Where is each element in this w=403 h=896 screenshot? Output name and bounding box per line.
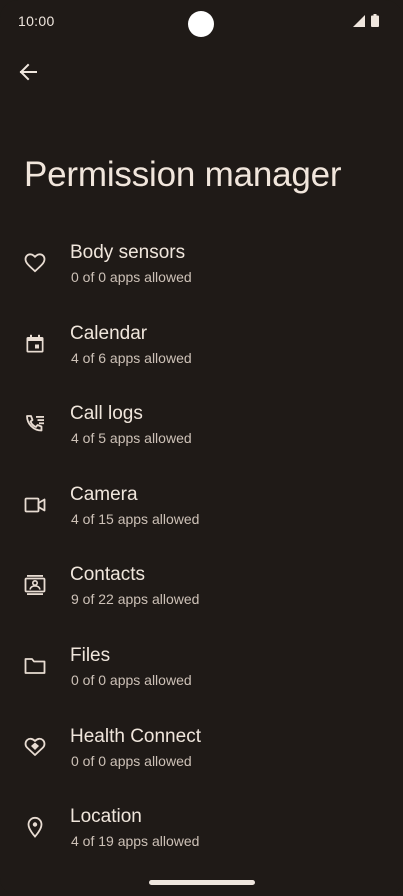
location-pin-icon <box>23 815 47 839</box>
battery-icon <box>371 14 379 27</box>
permission-manager-screen: 10:00 Permission manager Body sensors 0 … <box>0 0 403 896</box>
status-time: 10:00 <box>18 13 55 29</box>
permission-item-location[interactable]: Location 4 of 19 apps allowed <box>0 796 403 877</box>
permission-label: Camera <box>70 483 138 505</box>
permission-item-health-connect[interactable]: Health Connect 0 of 0 apps allowed <box>0 716 403 797</box>
permission-item-files[interactable]: Files 0 of 0 apps allowed <box>0 635 403 716</box>
permission-label: Files <box>70 644 111 666</box>
permission-summary: 0 of 0 apps allowed <box>71 752 192 769</box>
permission-label: Call logs <box>70 403 143 425</box>
permission-summary: 9 of 22 apps allowed <box>71 591 200 608</box>
back-button[interactable] <box>12 56 44 88</box>
camera-cutout <box>188 11 214 37</box>
permission-list: Body sensors 0 of 0 apps allowed Calenda… <box>0 232 403 877</box>
permission-item-contacts[interactable]: Contacts 9 of 22 apps allowed <box>0 554 403 635</box>
calendar-icon <box>23 332 47 356</box>
permission-summary: 0 of 0 apps allowed <box>71 671 192 688</box>
status-bar: 10:00 <box>0 0 403 44</box>
permission-summary: 4 of 5 apps allowed <box>71 430 192 447</box>
permission-label: Location <box>70 806 142 828</box>
folder-icon <box>23 654 47 678</box>
permission-item-calendar[interactable]: Calendar 4 of 6 apps allowed <box>0 313 403 394</box>
permission-summary: 4 of 6 apps allowed <box>71 349 192 366</box>
permission-item-call-logs[interactable]: Call logs 4 of 5 apps allowed <box>0 393 403 474</box>
contacts-icon <box>23 573 47 597</box>
heart-icon <box>23 251 47 275</box>
call-log-icon <box>23 412 47 436</box>
permission-label: Body sensors <box>70 242 186 263</box>
permission-item-camera[interactable]: Camera 4 of 15 apps allowed <box>0 474 403 555</box>
signal-icon <box>353 14 365 27</box>
permission-label: Calendar <box>70 322 148 344</box>
permission-label: Health Connect <box>70 725 201 747</box>
permission-summary: 4 of 19 apps allowed <box>71 833 200 850</box>
arrow-back-icon <box>19 63 37 81</box>
permission-label: Contacts <box>70 564 145 586</box>
home-indicator[interactable] <box>149 880 255 885</box>
permission-summary: 4 of 15 apps allowed <box>71 510 200 527</box>
status-icons <box>353 14 379 27</box>
health-connect-icon <box>23 735 47 759</box>
permission-item-body-sensors[interactable]: Body sensors 0 of 0 apps allowed <box>0 232 403 313</box>
page-title: Permission manager <box>24 155 342 194</box>
camera-icon <box>23 493 47 517</box>
permission-summary: 0 of 0 apps allowed <box>71 269 192 285</box>
